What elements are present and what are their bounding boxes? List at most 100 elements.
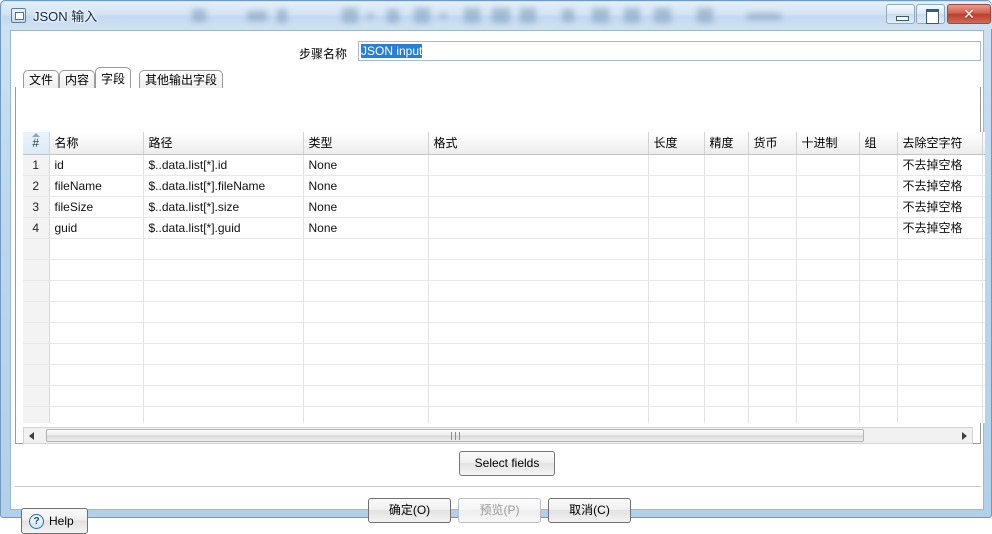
cell-empty[interactable] xyxy=(859,301,898,323)
cell-empty[interactable] xyxy=(49,322,144,344)
row-number-empty[interactable] xyxy=(23,259,50,281)
cell-name[interactable]: fileName xyxy=(49,175,144,197)
cell-empty[interactable] xyxy=(648,322,705,344)
table-row[interactable]: 3 fileSize $..data.list[*].size None 不去掉空格 xyxy=(23,196,985,218)
cell-empty[interactable] xyxy=(897,322,983,344)
column-header-trim[interactable]: 去除空字符 xyxy=(897,132,983,155)
cell-empty[interactable] xyxy=(648,280,705,302)
column-header-format[interactable]: 格式 xyxy=(428,132,649,155)
cell-empty[interactable] xyxy=(796,343,860,365)
table-row-empty[interactable] xyxy=(23,301,985,323)
cell-precision[interactable] xyxy=(704,154,749,176)
cell-empty[interactable] xyxy=(704,322,749,344)
horizontal-scroll-thumb[interactable] xyxy=(46,429,864,442)
cell-empty[interactable] xyxy=(143,385,304,407)
cell-group[interactable] xyxy=(859,175,898,197)
cell-type[interactable]: None xyxy=(303,154,429,176)
ok-button[interactable]: 确定(O) xyxy=(368,498,451,523)
table-row-empty[interactable] xyxy=(23,385,985,407)
column-header-currency[interactable]: 货币 xyxy=(748,132,797,155)
row-number-empty[interactable] xyxy=(23,238,50,260)
cell-empty[interactable] xyxy=(704,364,749,386)
cell-empty[interactable] xyxy=(303,301,429,323)
cell-decimal[interactable] xyxy=(796,154,860,176)
cell-empty[interactable] xyxy=(897,280,983,302)
cell-empty[interactable] xyxy=(49,364,144,386)
cell-empty[interactable] xyxy=(748,343,797,365)
table-row[interactable]: 2 fileName $..data.list[*].fileName None 不去掉… xyxy=(23,175,985,197)
column-header-decimal[interactable]: 十进制 xyxy=(796,132,860,155)
cell-empty[interactable] xyxy=(49,280,144,302)
cell-path[interactable]: $..data.list[*].guid xyxy=(143,217,304,239)
table-row-empty[interactable] xyxy=(23,238,985,260)
cell-empty[interactable] xyxy=(303,343,429,365)
cell-empty[interactable] xyxy=(428,322,649,344)
cell-path[interactable]: $..data.list[*].size xyxy=(143,196,304,218)
cell-trim[interactable]: 不去掉空格 xyxy=(897,217,983,239)
cell-empty[interactable] xyxy=(796,364,860,386)
cell-empty[interactable] xyxy=(704,406,749,423)
column-header-group[interactable]: 组 xyxy=(859,132,898,155)
table-row-empty[interactable] xyxy=(23,406,985,423)
cell-empty[interactable] xyxy=(648,406,705,423)
column-header-type[interactable]: 类型 xyxy=(303,132,429,155)
cell-empty[interactable] xyxy=(796,322,860,344)
row-number-empty[interactable] xyxy=(23,343,50,365)
cell-empty[interactable] xyxy=(49,238,144,260)
cell-empty[interactable] xyxy=(143,322,304,344)
preview-button[interactable]: 预览(P) xyxy=(458,498,541,523)
cell-empty[interactable] xyxy=(428,406,649,423)
cell-empty[interactable] xyxy=(428,259,649,281)
cell-empty[interactable] xyxy=(428,301,649,323)
row-number-empty[interactable] xyxy=(23,385,50,407)
cell-empty[interactable] xyxy=(49,406,144,423)
cell-trim[interactable]: 不去掉空格 xyxy=(897,175,983,197)
cell-empty[interactable] xyxy=(859,385,898,407)
cell-empty[interactable] xyxy=(49,343,144,365)
cell-empty[interactable] xyxy=(303,385,429,407)
table-row-empty[interactable] xyxy=(23,343,985,365)
cell-empty[interactable] xyxy=(859,406,898,423)
cell-decimal[interactable] xyxy=(796,217,860,239)
cell-currency[interactable] xyxy=(748,196,797,218)
cell-length[interactable] xyxy=(648,154,705,176)
cell-decimal[interactable] xyxy=(796,175,860,197)
cell-type[interactable]: None xyxy=(303,217,429,239)
column-header-rownum[interactable]: # xyxy=(23,132,50,155)
row-number-empty[interactable] xyxy=(23,301,50,323)
cell-empty[interactable] xyxy=(748,301,797,323)
cell-empty[interactable] xyxy=(648,385,705,407)
cell-empty[interactable] xyxy=(704,259,749,281)
cell-format[interactable] xyxy=(428,154,649,176)
row-number[interactable]: 3 xyxy=(23,196,50,218)
cell-currency[interactable] xyxy=(748,175,797,197)
cell-empty[interactable] xyxy=(143,280,304,302)
cell-empty[interactable] xyxy=(303,364,429,386)
cell-decimal[interactable] xyxy=(796,196,860,218)
cell-empty[interactable] xyxy=(897,343,983,365)
cell-type[interactable]: None xyxy=(303,196,429,218)
cell-empty[interactable] xyxy=(143,301,304,323)
close-button[interactable]: ✕ xyxy=(947,4,991,24)
cell-empty[interactable] xyxy=(748,259,797,281)
table-row-empty[interactable] xyxy=(23,364,985,386)
cell-format[interactable] xyxy=(428,175,649,197)
cell-empty[interactable] xyxy=(748,406,797,423)
cell-empty[interactable] xyxy=(859,259,898,281)
column-header-length[interactable]: 长度 xyxy=(648,132,705,155)
row-number[interactable]: 1 xyxy=(23,154,50,176)
cell-empty[interactable] xyxy=(897,301,983,323)
cell-empty[interactable] xyxy=(704,385,749,407)
cell-empty[interactable] xyxy=(49,385,144,407)
cell-empty[interactable] xyxy=(428,364,649,386)
fields-table[interactable]: # 名称 路径 类型 格式 长度 精度 货币 十进制 组 去除空字符 1 id … xyxy=(23,132,985,423)
cell-empty[interactable] xyxy=(704,301,749,323)
step-name-input[interactable]: JSON input xyxy=(358,41,981,61)
cell-empty[interactable] xyxy=(796,301,860,323)
cell-empty[interactable] xyxy=(303,280,429,302)
cell-empty[interactable] xyxy=(648,343,705,365)
cell-empty[interactable] xyxy=(428,238,649,260)
tab-file[interactable]: 文件 xyxy=(23,70,60,88)
cell-empty[interactable] xyxy=(704,280,749,302)
cell-empty[interactable] xyxy=(704,343,749,365)
